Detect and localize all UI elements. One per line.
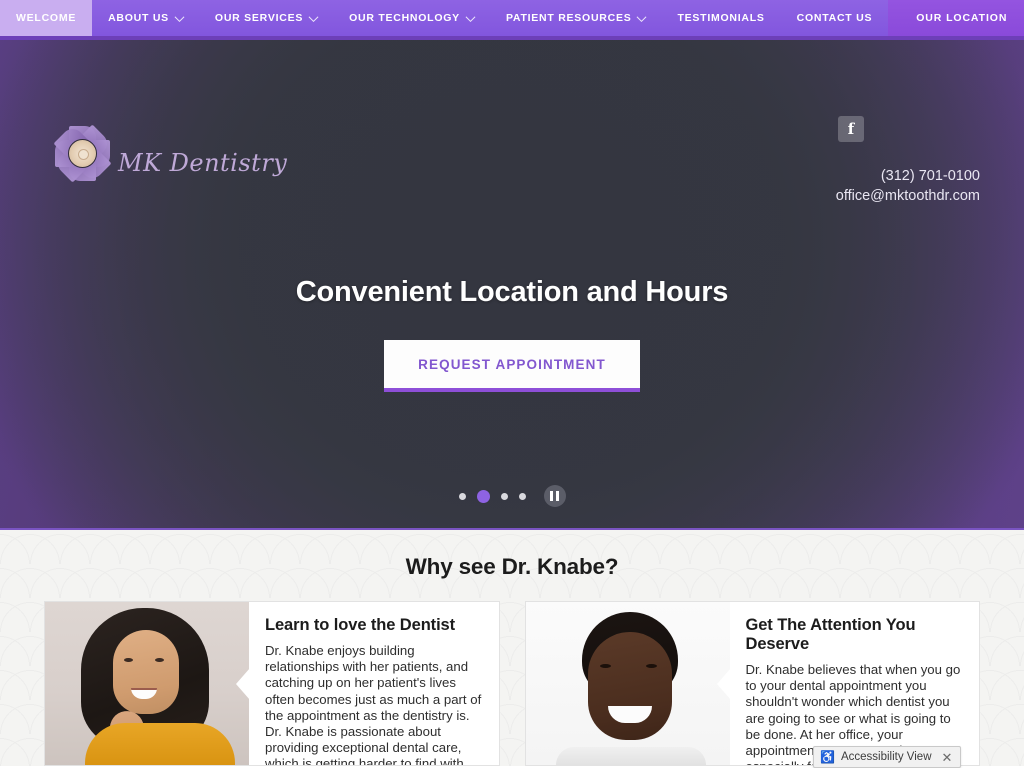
hero-headline: Convenient Location and Hours: [295, 276, 729, 308]
main-navigation-bar: WELCOME ABOUT US OUR SERVICES OUR TECHNOLOG…: [0, 0, 1024, 40]
nav-item-label: PATIENT RESOURCES: [505, 12, 632, 24]
nav-item-label: ABOUT US: [108, 12, 169, 24]
wheelchair-accessibility-icon: ♿: [820, 750, 835, 764]
benefit-card-title: Get The Attention You Deserve: [745, 616, 916, 653]
benefit-card: Learn to love the Dentist Dr. Knabe enjo…: [44, 601, 500, 766]
nav-items-list: WELCOME ABOUT US OUR SERVICES OUR TECHNOLOG…: [0, 0, 1024, 36]
smiling-man-photo: [525, 602, 730, 765]
close-icon[interactable]: ✕: [938, 751, 957, 764]
nav-item-label: TESTIMONIALS: [677, 12, 765, 24]
nav-item-label: WELCOME: [16, 12, 77, 24]
nav-item-contact-us[interactable]: CONTACT US: [781, 0, 889, 36]
hero-content: Convenient Location and Hours REQUEST AP…: [0, 276, 1024, 392]
nav-item-patient-resources[interactable]: PATIENT RESOURCES: [490, 0, 662, 36]
smiling-woman-photo: [45, 602, 249, 765]
phone-link[interactable]: (312) 701-0100: [836, 166, 980, 186]
why-see-doctor-section: Why see Dr. Knabe? Learn to love the Den…: [0, 530, 1024, 766]
email-link[interactable]: office@mktoothdr.com: [836, 186, 980, 206]
benefit-card-body: Learn to love the Dentist Dr. Knabe enjo…: [249, 602, 499, 765]
lotus-mandala-icon: [52, 122, 112, 184]
nav-item-label: OUR SERVICES: [214, 12, 304, 24]
logo-wordmark: MK Dentistry: [118, 149, 288, 177]
header-contact-info: (312) 701-0100 office@mktoothdr.com: [836, 166, 980, 206]
benefit-card-body: Get The Attention You Deserve Dr. Knabe …: [730, 602, 980, 765]
nav-item-testimonials[interactable]: TESTIMONIALS: [661, 0, 780, 36]
nav-item-welcome[interactable]: WELCOME: [0, 0, 93, 36]
chevron-down-icon: [308, 11, 319, 22]
slider-dot-3[interactable]: [500, 492, 508, 500]
nav-item-label: OUR TECHNOLOGY: [349, 12, 460, 24]
pointer-arrow-icon: [236, 667, 249, 700]
pointer-arrow-icon: [716, 667, 730, 700]
nav-item-about-us[interactable]: ABOUT US: [92, 0, 199, 36]
slider-dot-2[interactable]: [476, 489, 490, 503]
hero-slider: MK Dentistry f (312) 701-0100 office@mkt…: [0, 40, 1024, 530]
nav-item-label: CONTACT US: [796, 12, 873, 24]
nav-item-our-location[interactable]: OUR LOCATION: [888, 0, 1024, 36]
chevron-down-icon: [637, 11, 647, 22]
pause-icon[interactable]: [543, 485, 566, 507]
chevron-down-icon: [465, 11, 476, 22]
nav-item-our-technology[interactable]: OUR TECHNOLOGY: [333, 0, 490, 36]
request-appointment-button[interactable]: REQUEST APPOINTMENT: [384, 340, 640, 392]
benefit-card: Get The Attention You Deserve Dr. Knabe …: [524, 601, 980, 766]
slider-dot-1[interactable]: [458, 492, 466, 500]
nav-item-label: OUR LOCATION: [916, 12, 1008, 24]
chevron-down-icon: [174, 11, 185, 22]
benefit-card-title: Learn to love the Dentist: [265, 616, 456, 634]
slider-dot-4[interactable]: [518, 492, 526, 500]
nav-item-our-services[interactable]: OUR SERVICES: [199, 0, 333, 36]
accessibility-view-widget[interactable]: ♿ Accessibility View ✕: [813, 746, 962, 768]
site-logo[interactable]: MK Dentistry: [52, 122, 287, 184]
facebook-icon[interactable]: f: [838, 116, 864, 142]
benefit-cards: Learn to love the Dentist Dr. Knabe enjo…: [44, 601, 980, 766]
slider-controls: [0, 485, 1024, 507]
section-title: Why see Dr. Knabe?: [405, 554, 619, 579]
accessibility-view-label: Accessibility View: [840, 751, 932, 763]
benefit-card-text: Dr. Knabe enjoys building relationships …: [265, 643, 482, 765]
